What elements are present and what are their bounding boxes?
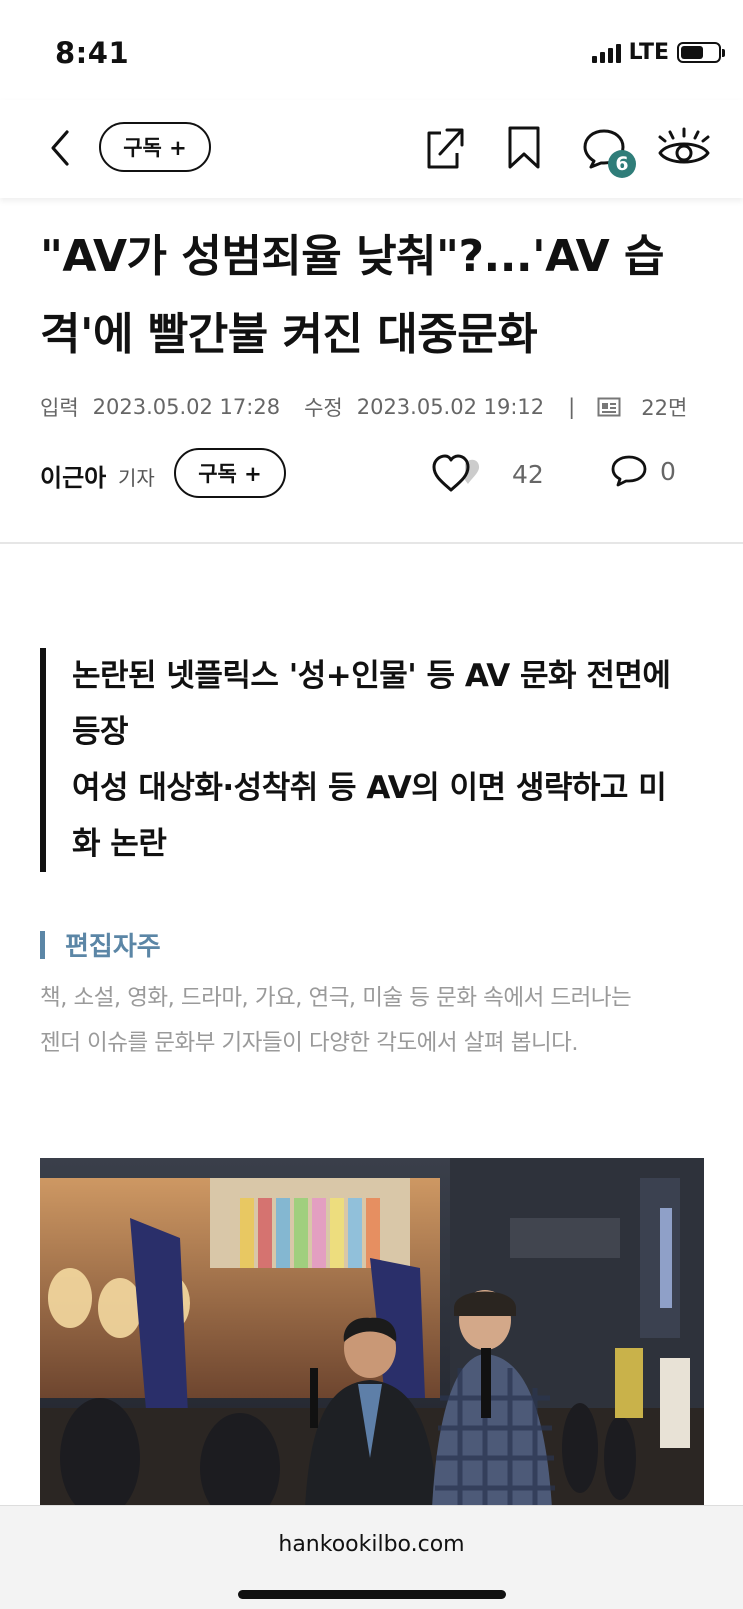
heart-icon xyxy=(432,454,480,492)
editor-note-body: 책, 소설, 영화, 드라마, 가요, 연극, 미술 등 문화 속에서 드러나는… xyxy=(40,976,710,1066)
author-role: 기자 xyxy=(118,466,155,490)
editor-note-title: 편집자주 xyxy=(65,932,161,962)
headline-line-2: 격'에 빨간불 켜진 대중문화 xyxy=(40,309,538,360)
article-photo[interactable] xyxy=(40,1158,704,1508)
bookmark-button[interactable] xyxy=(500,124,548,172)
share-button[interactable] xyxy=(420,124,468,172)
summary-line: 등장 xyxy=(72,714,129,750)
browser-url-bar[interactable]: hankookilbo.com xyxy=(0,1505,743,1609)
article-summary: 논란된 넷플릭스 '성+인물' 등 AV 문화 전면에 등장 여성 대상화·성착… xyxy=(40,648,690,872)
input-date: 2023.05.02 17:28 xyxy=(92,395,281,419)
comment-count: 0 xyxy=(660,456,676,486)
note-line: 젠더 이슈를 문화부 기자들이 다양한 각도에서 살펴 봅니다. xyxy=(40,1030,579,1056)
view-count-button[interactable] xyxy=(656,124,712,172)
article-nav-bar: 구독 + xyxy=(0,100,743,198)
like-count: 42 xyxy=(512,459,544,489)
summary-line: 화 논란 xyxy=(72,826,167,862)
input-label: 입력 xyxy=(40,396,79,420)
subscribe-button[interactable]: 구독 + xyxy=(99,122,211,172)
comment-count-badge: 6 xyxy=(608,150,636,178)
article-dates: 입력 2023.05.02 17:28 수정 2023.05.02 19:12 … xyxy=(40,392,687,422)
summary-line: 논란된 넷플릭스 '성+인물' 등 AV 문화 전면에 xyxy=(72,658,671,694)
chevron-left-icon xyxy=(51,130,69,166)
home-indicator[interactable] xyxy=(238,1590,506,1599)
author-row: 이근아 기자 구독 + 42 0 xyxy=(40,448,720,500)
author-name[interactable]: 이근아 xyxy=(40,458,106,493)
status-indicators: LTE xyxy=(591,40,725,65)
divider xyxy=(0,542,743,544)
network-type: LTE xyxy=(628,40,669,65)
signal-icon xyxy=(591,43,621,63)
share-icon xyxy=(427,128,464,169)
url-text[interactable]: hankookilbo.com xyxy=(0,1532,743,1557)
edit-label: 수정 xyxy=(304,396,343,420)
article-headline: "AV가 성범죄율 낮춰"?...'AV 습 격'에 빨간불 켜진 대중문화 xyxy=(40,218,710,374)
like-button[interactable]: 42 xyxy=(432,454,544,494)
page-number: 22면 xyxy=(641,396,688,420)
author-subscribe-button[interactable]: 구독 + xyxy=(174,448,286,498)
comment-icon xyxy=(611,455,647,487)
headline-line-1: "AV가 성범죄율 낮춰"?...'AV 습 xyxy=(40,231,665,282)
bookmark-icon xyxy=(508,126,540,169)
comment-button[interactable]: 0 xyxy=(610,454,676,488)
note-accent-bar xyxy=(40,930,45,959)
summary-line: 여성 대상화·성착취 등 AV의 이면 생략하고 미 xyxy=(72,770,667,806)
newspaper-icon xyxy=(597,397,621,417)
note-line: 책, 소설, 영화, 드라마, 가요, 연극, 미술 등 문화 속에서 드러나는 xyxy=(40,985,632,1011)
status-bar: 8:41 LTE xyxy=(0,0,743,100)
eye-icon xyxy=(658,127,710,164)
meta-separator: | xyxy=(568,395,576,419)
status-time: 8:41 xyxy=(55,36,130,70)
edit-date: 2023.05.02 19:12 xyxy=(356,395,545,419)
back-button[interactable] xyxy=(40,126,80,170)
battery-icon xyxy=(677,42,725,63)
editor-note-header: 편집자주 xyxy=(40,926,161,963)
